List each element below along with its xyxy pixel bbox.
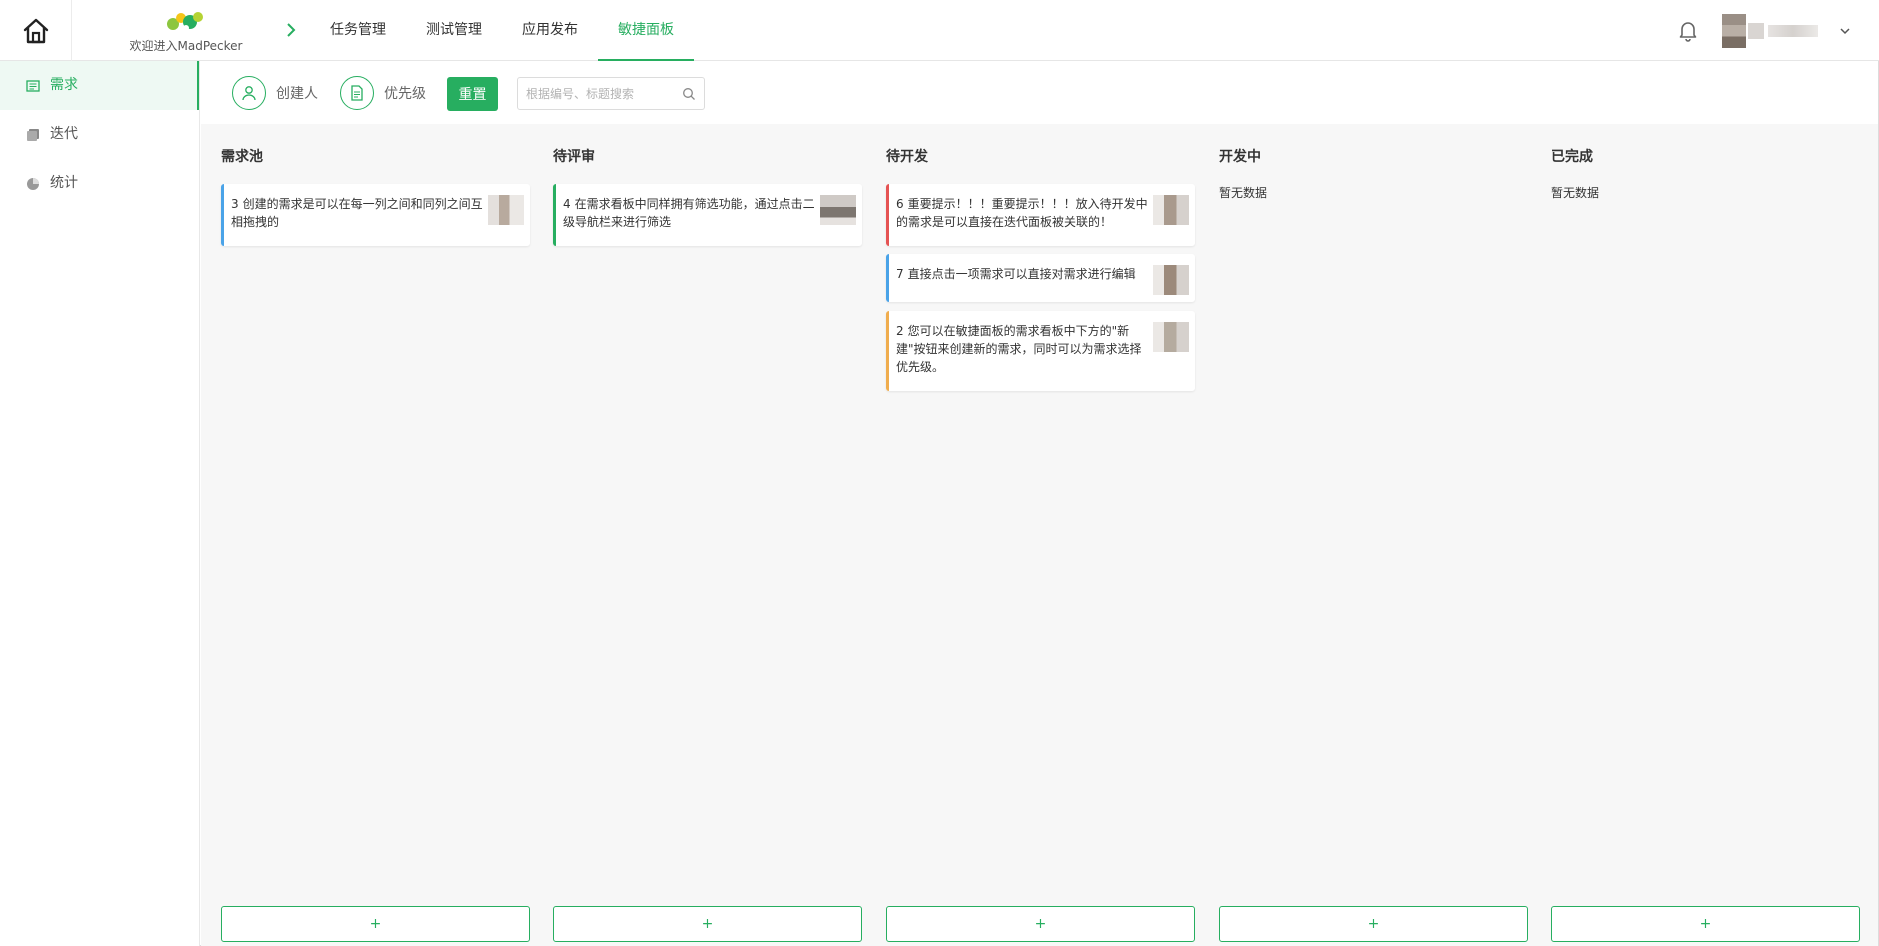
brand: 欢迎进入MadPecker [120, 8, 252, 58]
welcome-text: 欢迎进入MadPecker [129, 39, 243, 53]
sidebar-item-label: 统计 [50, 175, 78, 191]
column-title: 待开发 [886, 149, 928, 165]
reset-button[interactable]: 重置 [447, 77, 498, 111]
add-requirement-button[interactable]: + [886, 906, 1195, 942]
search-box [517, 77, 705, 110]
nav-task-management[interactable]: 任务管理 [310, 0, 406, 61]
user-avatar[interactable] [1722, 14, 1818, 48]
card-id: 3 [231, 197, 239, 211]
priority-bar [886, 184, 889, 246]
add-requirement-button[interactable]: + [1219, 906, 1528, 942]
requirement-card[interactable]: 6 重要提示！！！重要提示！！！放入待开发中的需求是可以直接在迭代面板被关联的！ [886, 184, 1195, 246]
column-title: 已完成 [1551, 149, 1593, 165]
assignee-avatar [1153, 322, 1189, 352]
card-title: 在需求看板中同样拥有筛选功能，通过点击二级导航栏来进行筛选 [563, 197, 815, 229]
card-title: 重要提示！！！重要提示！！！放入待开发中的需求是可以直接在迭代面板被关联的！ [896, 197, 1148, 229]
requirement-card[interactable]: 3 创建的需求是可以在每一列之间和同列之间互相拖拽的 [221, 184, 530, 246]
sidebar-item-statistics[interactable]: 统计 [0, 159, 199, 208]
add-requirement-button[interactable]: + [1551, 906, 1860, 942]
board-column: 开发中 暂无数据 + [1219, 124, 1528, 946]
document-icon [340, 76, 374, 110]
card-text: 7 直接点击一项需求可以直接对需求进行编辑 [896, 265, 1148, 283]
requirement-card[interactable]: 2 您可以在敏捷面板的需求看板中下方的"新建"按钮来创建新的需求，同时可以为需求选… [886, 311, 1195, 391]
column-title: 待评审 [553, 149, 595, 165]
board-column: 待开发 6 重要提示！！！重要提示！！！放入待开发中的需求是可以直接在迭代面板被关… [886, 124, 1195, 946]
priority-bar [221, 184, 224, 246]
nav-test-management[interactable]: 测试管理 [406, 0, 502, 61]
priority-bar [886, 311, 889, 391]
assignee-avatar [1153, 195, 1189, 225]
priority-bar [886, 254, 889, 302]
sidebar-item-iterations[interactable]: 迭代 [0, 110, 199, 159]
column-title: 开发中 [1219, 149, 1261, 165]
top-nav: 任务管理 测试管理 应用发布 敏捷面板 [310, 0, 694, 61]
card-title: 您可以在敏捷面板的需求看板中下方的"新建"按钮来创建新的需求，同时可以为需求选择… [896, 324, 1142, 374]
nav-agile-board[interactable]: 敏捷面板 [598, 0, 694, 61]
creator-filter[interactable]: 创建人 [232, 76, 318, 110]
board-column: 已完成 暂无数据 + [1551, 124, 1860, 946]
card-title: 直接点击一项需求可以直接对需求进行编辑 [907, 267, 1136, 281]
add-requirement-button[interactable]: + [553, 906, 862, 942]
assignee-avatar [820, 195, 856, 225]
bell-icon[interactable] [1676, 18, 1700, 42]
sidebar-item-label: 需求 [50, 77, 78, 93]
filter-bar: 创建人 优先级 重置 [201, 62, 1878, 124]
card-text: 6 重要提示！！！重要提示！！！放入待开发中的需求是可以直接在迭代面板被关联的！ [896, 195, 1148, 231]
madpecker-logo [167, 12, 203, 31]
sidebar-item-label: 迭代 [50, 126, 78, 142]
card-text: 2 您可以在敏捷面板的需求看板中下方的"新建"按钮来创建新的需求，同时可以为需求选… [896, 322, 1148, 376]
card-id: 6 [896, 197, 904, 211]
empty-state: 暂无数据 [1551, 186, 1600, 200]
requirement-card[interactable]: 4 在需求看板中同样拥有筛选功能，通过点击二级导航栏来进行筛选 [553, 184, 862, 246]
card-text: 4 在需求看板中同样拥有筛选功能，通过点击二级导航栏来进行筛选 [563, 195, 815, 231]
sidebar-item-requirements[interactable]: 需求 [0, 61, 199, 110]
priority-filter-label: 优先级 [384, 86, 426, 102]
card-title: 创建的需求是可以在每一列之间和同列之间互相拖拽的 [231, 197, 483, 229]
empty-state: 暂无数据 [1219, 186, 1268, 200]
requirement-card[interactable]: 7 直接点击一项需求可以直接对需求进行编辑 [886, 254, 1195, 302]
search-input[interactable] [526, 78, 676, 109]
chevron-right-icon [287, 23, 296, 37]
board-column: 待评审 4 在需求看板中同样拥有筛选功能，通过点击二级导航栏来进行筛选 + [553, 124, 862, 946]
top-header: 欢迎进入MadPecker 任务管理 测试管理 应用发布 敏捷面板 [0, 0, 1879, 61]
kanban-board: 需求池 3 创建的需求是可以在每一列之间和同列之间互相拖拽的 + 待评审 4 在需求… [201, 124, 1878, 946]
search-icon[interactable] [682, 87, 696, 101]
card-id: 2 [896, 324, 904, 338]
home-button[interactable] [0, 0, 72, 61]
assignee-avatar [1153, 265, 1189, 295]
add-requirement-button[interactable]: + [221, 906, 530, 942]
user-icon [232, 76, 266, 110]
card-id: 4 [563, 197, 571, 211]
sidebar: 需求 迭代 统计 [0, 61, 200, 946]
creator-filter-label: 创建人 [276, 86, 318, 102]
column-title: 需求池 [221, 149, 263, 165]
priority-filter[interactable]: 优先级 [340, 76, 426, 110]
nav-app-release[interactable]: 应用发布 [502, 0, 598, 61]
pie-chart-icon [26, 177, 40, 191]
card-text: 3 创建的需求是可以在每一列之间和同列之间互相拖拽的 [231, 195, 483, 231]
stack-icon [26, 128, 40, 142]
board-column: 需求池 3 创建的需求是可以在每一列之间和同列之间互相拖拽的 + [221, 124, 530, 946]
card-id: 7 [896, 267, 904, 281]
chevron-down-icon[interactable] [1838, 24, 1852, 38]
list-icon [26, 79, 40, 93]
assignee-avatar [488, 195, 524, 225]
home-icon [23, 18, 48, 43]
priority-bar [553, 184, 556, 246]
